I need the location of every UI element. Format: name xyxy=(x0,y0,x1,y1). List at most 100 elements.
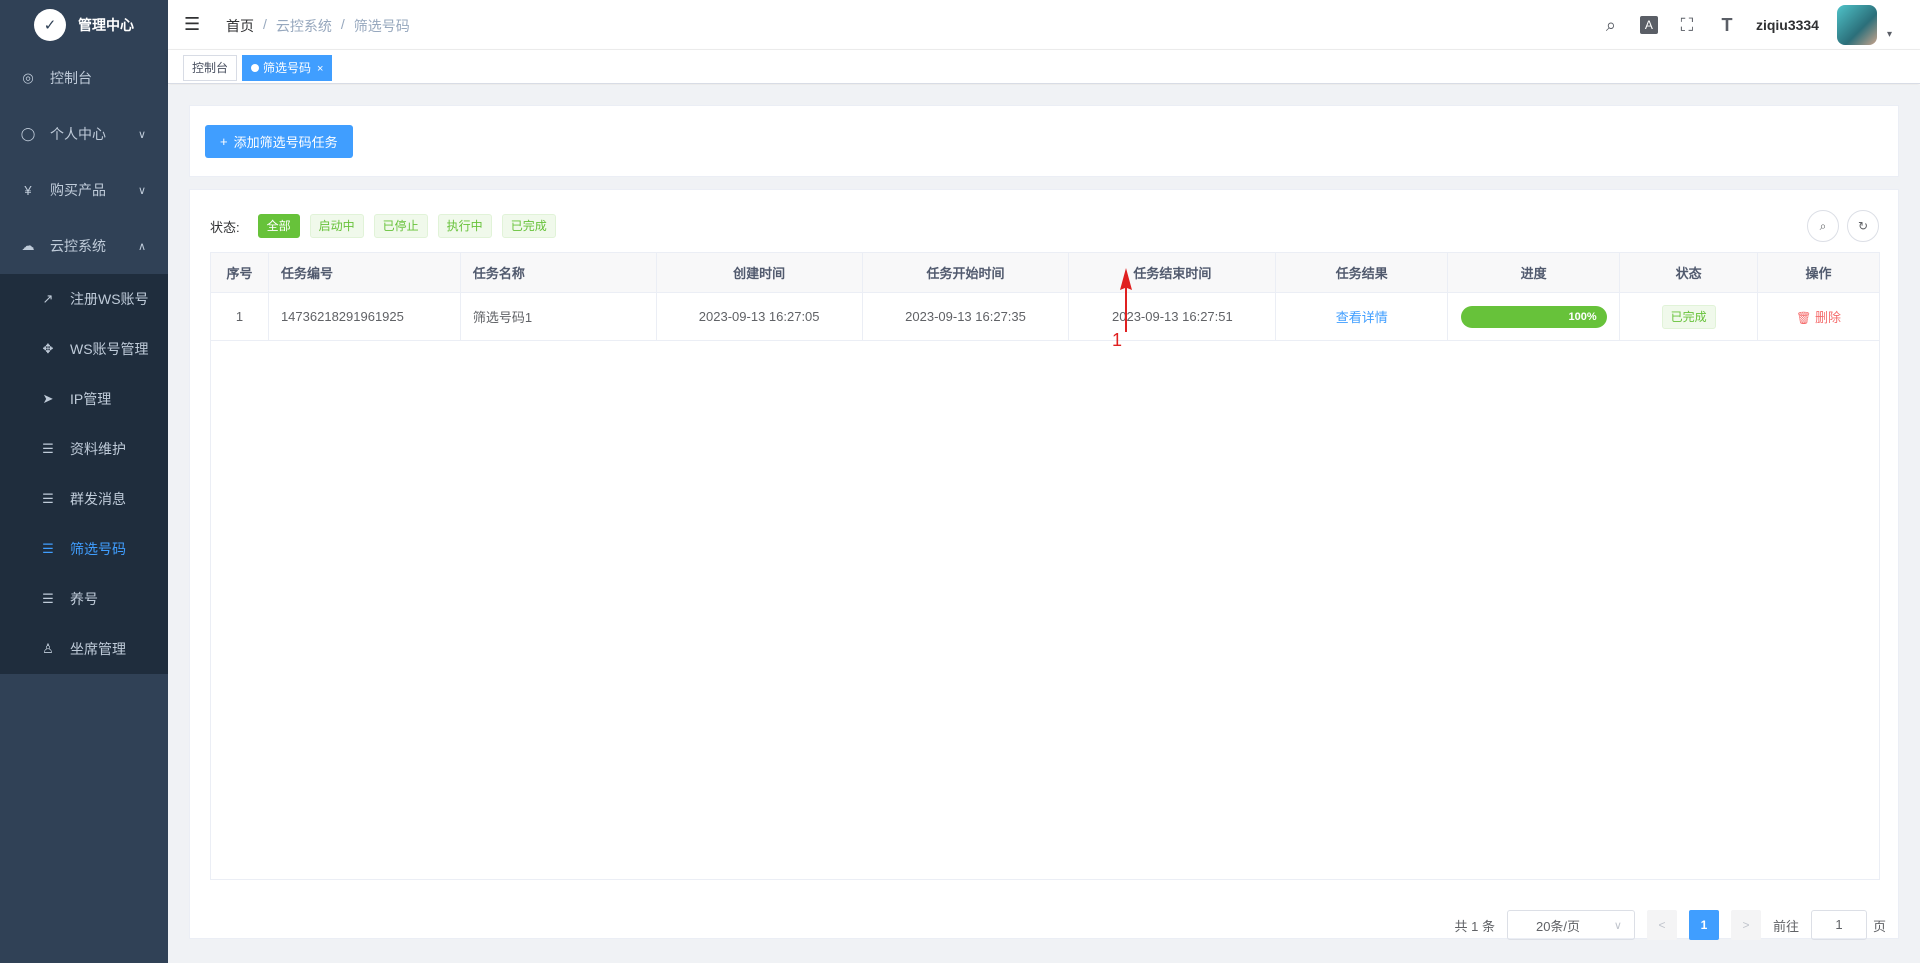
tags-view: 控制台 筛选号码 × xyxy=(168,50,1920,84)
list-icon: ☰ xyxy=(42,491,54,506)
cell-task-id: 14736218291961925 xyxy=(267,292,461,341)
sidebar-item-label: 云控系统 xyxy=(50,238,106,254)
chevron-down-icon: ∨ xyxy=(137,128,146,141)
translate-icon[interactable]: A xyxy=(1639,16,1658,34)
breadcrumb-cloud-control: 云控系统 xyxy=(275,18,332,34)
caret-down-icon[interactable]: ▾ xyxy=(1887,29,1892,40)
list-icon: ☰ xyxy=(42,591,54,606)
table-empty-area xyxy=(210,340,1880,880)
col-created: 创建时间 xyxy=(655,252,863,293)
col-ended: 任务结束时间 xyxy=(1068,252,1277,293)
sidebar-item-label: 资料维护 xyxy=(70,441,126,457)
col-started: 任务开始时间 xyxy=(861,252,1070,293)
filter-all[interactable]: 全部 xyxy=(257,214,300,238)
hamburger-icon[interactable]: ☰ xyxy=(184,14,200,35)
sidebar-item-cloud-control[interactable]: ☁ 云控系统 ∧ xyxy=(0,218,168,274)
cloud-control-submenu: ↗ 注册WS账号 ✥ WS账号管理 ➤ IP管理 ☰ 资料维护 ☰ 群发消息 ☰… xyxy=(0,274,168,674)
avatar[interactable] xyxy=(1836,5,1877,45)
navbar-right: ⌕ A ⛶ T ziqiu3334 ▾ xyxy=(1600,0,1920,50)
external-link-icon: ↗ xyxy=(42,291,54,306)
refresh-button[interactable]: ↻ xyxy=(1847,210,1879,242)
send-icon: ➤ xyxy=(42,391,54,406)
filter-running[interactable]: 执行中 xyxy=(437,214,492,238)
sidebar-item-user-center[interactable]: ◯ 个人中心 ∨ xyxy=(0,106,168,162)
page-number-current[interactable]: 1 xyxy=(1688,910,1719,940)
sidebar-item-filter-numbers[interactable]: ☰ 筛选号码 xyxy=(0,524,168,574)
close-icon[interactable]: × xyxy=(317,63,323,75)
prev-page-button[interactable]: < xyxy=(1646,910,1677,940)
search-icon: ⌕ xyxy=(1819,218,1827,233)
pagination-total: 共 1 条 xyxy=(1454,918,1495,934)
page-size-select[interactable]: 20条/页 ∨ xyxy=(1506,910,1635,940)
progress-bar: 100% xyxy=(1460,305,1607,328)
filter-starting[interactable]: 启动中 xyxy=(309,214,364,238)
sidebar-item-dashboard[interactable]: ◎ 控制台 xyxy=(0,50,168,106)
sidebar-item-label: 筛选号码 xyxy=(70,541,126,557)
table-card: 状态: 全部 启动中 已停止 执行中 已完成 ⌕ ↻ 序号 任务编号 任务名称 … xyxy=(189,189,1899,940)
sidebar-item-label: 购买产品 xyxy=(50,182,106,198)
plus-icon: + xyxy=(220,134,228,149)
tag-label: 筛选号码 xyxy=(263,61,312,75)
add-filter-task-label: 添加筛选号码任务 xyxy=(233,135,338,150)
view-details-link[interactable]: 查看详情 xyxy=(1336,310,1388,325)
filter-completed[interactable]: 已完成 xyxy=(501,214,556,238)
sidebar-item-ws-account[interactable]: ✥ WS账号管理 xyxy=(0,324,168,374)
status-badge: 已完成 xyxy=(1661,304,1716,329)
font-size-icon[interactable]: T xyxy=(1716,15,1738,36)
logo[interactable]: ✓ 管理中心 xyxy=(0,0,168,50)
chevron-down-icon: ∨ xyxy=(1613,919,1622,932)
cell-action: 🗑 删除 xyxy=(1757,292,1880,341)
next-page-button[interactable]: > xyxy=(1730,910,1761,940)
search-icon[interactable]: ⌕ xyxy=(1600,15,1622,36)
col-action: 操作 xyxy=(1757,252,1880,293)
sidebar-item-label: 个人中心 xyxy=(50,126,106,142)
dashboard-icon: ◎ xyxy=(22,70,34,85)
breadcrumb-separator: / xyxy=(340,16,345,32)
col-result: 任务结果 xyxy=(1275,252,1449,293)
username[interactable]: ziqiu3334 xyxy=(1756,17,1819,33)
sidebar-item-buy-product[interactable]: ¥ 购买产品 ∨ xyxy=(0,162,168,218)
sidebar-item-label: 注册WS账号 xyxy=(70,291,149,307)
cell-created: 2023-09-13 16:27:05 xyxy=(655,292,863,341)
toolbar-card: + 添加筛选号码任务 xyxy=(189,105,1899,177)
search-toggle-button[interactable]: ⌕ xyxy=(1807,210,1839,242)
fullscreen-icon[interactable]: ⛶ xyxy=(1676,15,1698,36)
filter-stopped[interactable]: 已停止 xyxy=(373,214,428,238)
col-status: 状态 xyxy=(1619,252,1759,293)
breadcrumb-current: 筛选号码 xyxy=(353,18,410,34)
breadcrumb-home[interactable]: 首页 xyxy=(226,16,254,36)
tag-filter-numbers[interactable]: 筛选号码 × xyxy=(242,55,333,81)
add-filter-task-button[interactable]: + 添加筛选号码任务 xyxy=(205,125,353,158)
status-filter: 状态: 全部 启动中 已停止 执行中 已完成 xyxy=(210,214,556,238)
chevron-left-icon: < xyxy=(1658,918,1666,932)
yen-icon: ¥ xyxy=(24,182,32,198)
logo-icon: ✓ xyxy=(34,9,66,41)
sidebar-item-profile-maintain[interactable]: ☰ 资料维护 xyxy=(0,424,168,474)
sidebar-item-label: 坐席管理 xyxy=(70,641,126,657)
sidebar-item-seat-manage[interactable]: ♙ 坐席管理 xyxy=(0,624,168,674)
trash-icon: 🗑 xyxy=(1796,311,1812,325)
tag-dashboard[interactable]: 控制台 xyxy=(183,55,238,81)
delete-button[interactable]: 🗑 删除 xyxy=(1796,310,1841,325)
navbar: ☰ 首页 / 云控系统 / 筛选号码 ⌕ A ⛶ T ziqiu3334 ▾ xyxy=(168,0,1920,50)
tag-label: 控制台 xyxy=(192,61,229,75)
sidebar-item-label: IP管理 xyxy=(70,391,112,407)
goto-page-input[interactable]: 1 xyxy=(1810,910,1867,940)
chevron-up-icon: ∧ xyxy=(137,240,146,253)
app-title: 管理中心 xyxy=(78,17,134,33)
sidebar-item-nurture[interactable]: ☰ 养号 xyxy=(0,574,168,624)
sidebar-item-mass-message[interactable]: ☰ 群发消息 xyxy=(0,474,168,524)
goto-suffix: 页 xyxy=(1872,918,1886,934)
page-size-value: 20条/页 xyxy=(1535,918,1581,934)
sidebar-item-register-ws[interactable]: ↗ 注册WS账号 xyxy=(0,274,168,324)
sidebar: ✓ 管理中心 ◎ 控制台 ◯ 个人中心 ∨ ¥ 购买产品 ∨ ☁ 云控系统 ∧ … xyxy=(0,0,168,963)
cell-task-name: 筛选号码1 xyxy=(459,292,657,341)
breadcrumb: 首页 / 云控系统 / 筛选号码 xyxy=(226,16,410,36)
chevron-down-icon: ∨ xyxy=(137,184,146,197)
pagination: 共 1 条 20条/页 ∨ < 1 > 前往 1 页 xyxy=(1454,910,1886,940)
goto-label: 前往 xyxy=(1772,918,1799,934)
move-icon: ✥ xyxy=(42,341,54,356)
task-table: 序号 任务编号 任务名称 创建时间 任务开始时间 任务结束时间 任务结果 进度 … xyxy=(210,252,1880,341)
sidebar-item-ip[interactable]: ➤ IP管理 xyxy=(0,374,168,424)
list-icon: ☰ xyxy=(42,441,54,456)
